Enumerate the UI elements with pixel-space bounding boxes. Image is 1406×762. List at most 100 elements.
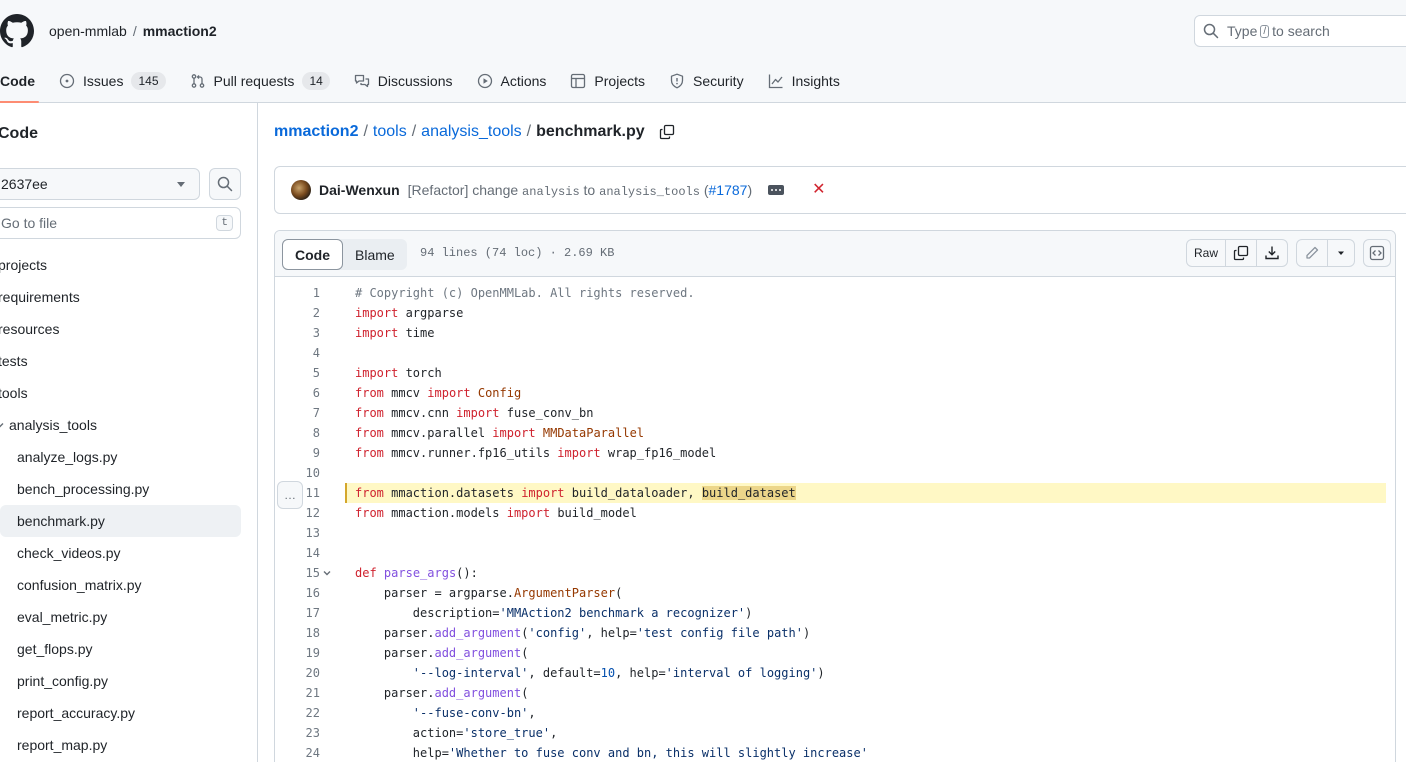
tab-projects[interactable]: Projects (558, 58, 657, 103)
line-number[interactable]: 13 (275, 523, 320, 543)
code-line[interactable]: 18 parser.add_argument('config', help='t… (275, 623, 1395, 643)
line-number[interactable]: 3 (275, 323, 320, 343)
copy-raw-button[interactable] (1226, 240, 1257, 266)
code-line[interactable]: 15 def parse_args(): (275, 563, 1395, 583)
github-logo-icon[interactable] (0, 14, 34, 48)
line-number[interactable]: 18 (275, 623, 320, 643)
commit-author-link[interactable]: Dai-Wenxun (319, 182, 400, 198)
tab-actions[interactable]: Actions (465, 58, 559, 103)
tree-item-print-config[interactable]: print_config.py (0, 665, 257, 697)
commit-message[interactable]: [Refactor] change analysis to analysis_t… (408, 182, 752, 199)
line-number[interactable]: 6 (275, 383, 320, 403)
repo-owner-link[interactable]: open-mmlab (49, 23, 127, 39)
avatar[interactable] (291, 180, 311, 200)
tab-security[interactable]: Security (657, 58, 756, 103)
tree-item-confusion-matrix[interactable]: confusion_matrix.py (0, 569, 257, 601)
code-line[interactable]: 4 (275, 343, 1395, 363)
code-line[interactable]: 11 from mmaction.datasets import build_da… (275, 483, 1395, 503)
tree-item-report-map[interactable]: report_map.py (0, 729, 257, 761)
line-number[interactable]: 9 (275, 443, 320, 463)
check-failed-x-icon[interactable]: ✕ (812, 182, 825, 198)
code-line[interactable]: 17 description='MMAction2 benchmark a re… (275, 603, 1395, 623)
tab-discussions[interactable]: Discussions (342, 58, 465, 103)
line-number[interactable]: 1 (275, 283, 320, 303)
tab-pull-requests[interactable]: Pull requests 14 (178, 58, 342, 103)
line-number[interactable]: 2 (275, 303, 320, 323)
line-number[interactable]: 4 (275, 343, 320, 363)
code-view-button[interactable]: Code (282, 239, 343, 270)
line-options-button[interactable]: … (277, 481, 303, 509)
code-line[interactable]: 24 help='Whether to fuse conv and bn, th… (275, 743, 1395, 762)
expand-commit-message-button[interactable] (768, 185, 785, 195)
commit-pr-link[interactable]: #1787 (709, 182, 748, 198)
code-line[interactable]: 6 from mmcv import Config (275, 383, 1395, 403)
code-line[interactable]: 7 from mmcv.cnn import fuse_conv_bn (275, 403, 1395, 423)
code-line[interactable]: 12 from mmaction.models import build_mode… (275, 503, 1395, 523)
code-line[interactable]: 9 from mmcv.runner.fp16_utils import wrap… (275, 443, 1395, 463)
code-line[interactable]: 10 (275, 463, 1395, 483)
line-number[interactable]: 5 (275, 363, 320, 383)
tree-item-bench-processing[interactable]: bench_processing.py (0, 473, 257, 505)
repo-name-link[interactable]: mmaction2 (143, 23, 217, 39)
edit-file-button[interactable] (1297, 240, 1328, 266)
tree-item-report-accuracy[interactable]: report_accuracy.py (0, 697, 257, 729)
download-raw-button[interactable] (1257, 240, 1287, 266)
code-line[interactable]: 1 # Copyright (c) OpenMMLab. All rights r… (275, 283, 1395, 303)
raw-button[interactable]: Raw (1187, 240, 1226, 266)
line-number[interactable]: 15 (275, 563, 320, 583)
breadcrumb-repo-link[interactable]: mmaction2 (274, 120, 358, 144)
code-line[interactable]: 19 parser.add_argument( (275, 643, 1395, 663)
line-number[interactable]: 17 (275, 603, 320, 623)
line-number[interactable]: 21 (275, 683, 320, 703)
code-line[interactable]: 13 (275, 523, 1395, 543)
breadcrumb-tools-link[interactable]: tools (373, 120, 407, 144)
code-text: '--log-interval', default=10, help='inte… (412, 666, 825, 680)
code-line[interactable]: 16 parser = argparse.ArgumentParser( (275, 583, 1395, 603)
tree-item-analysis-tools[interactable]: analysis_tools (0, 409, 257, 441)
tree-item-eval-metric[interactable]: eval_metric.py (0, 601, 257, 633)
code-line[interactable]: 22 '--fuse-conv-bn', (275, 703, 1395, 723)
tree-item-analyze-logs[interactable]: analyze_logs.py (0, 441, 257, 473)
blame-view-button[interactable]: Blame (343, 239, 407, 270)
line-number[interactable]: 22 (275, 703, 320, 723)
edit-dropdown-button[interactable] (1328, 240, 1354, 266)
code-line[interactable]: 14 (275, 543, 1395, 563)
tab-issues[interactable]: Issues 145 (47, 58, 178, 103)
branch-selector-button[interactable]: 2637ee (0, 168, 200, 200)
line-number[interactable]: 23 (275, 723, 320, 743)
sidebar-search-button[interactable] (209, 168, 241, 200)
tree-item-benchmark[interactable]: benchmark.py (0, 505, 241, 537)
tree-item-check-videos[interactable]: check_videos.py (0, 537, 257, 569)
line-number[interactable]: 24 (275, 743, 320, 762)
copy-path-button[interactable] (659, 124, 675, 140)
tree-item-tests[interactable]: tests (0, 345, 257, 377)
code-line[interactable]: 20 '--log-interval', default=10, help='i… (275, 663, 1395, 683)
tab-label: Issues (83, 72, 124, 89)
go-to-file-input[interactable]: Go to file t (0, 207, 241, 239)
tree-item-requirements[interactable]: requirements (0, 281, 257, 313)
code-line[interactable]: 2 import argparse (275, 303, 1395, 323)
breadcrumb-analysis-tools-link[interactable]: analysis_tools (421, 120, 522, 144)
global-search-input[interactable]: Type / to search (1194, 15, 1406, 47)
tree-item-tools[interactable]: tools (0, 377, 257, 409)
symbols-panel-button[interactable] (1363, 239, 1391, 267)
line-number[interactable]: 10 (275, 463, 320, 483)
tab-insights[interactable]: Insights (756, 58, 852, 103)
line-number[interactable]: 16 (275, 583, 320, 603)
tree-item-get-flops[interactable]: get_flops.py (0, 633, 257, 665)
chevron-down-icon[interactable] (323, 569, 331, 577)
tab-code[interactable]: Code (0, 58, 47, 103)
code-line[interactable]: 5 import torch (275, 363, 1395, 383)
line-number[interactable]: 19 (275, 643, 320, 663)
code-line[interactable]: 21 parser.add_argument( (275, 683, 1395, 703)
tree-item-projects[interactable]: projects (0, 249, 257, 281)
code-line[interactable]: 3 import time (275, 323, 1395, 343)
tree-item-resources[interactable]: resources (0, 313, 257, 345)
line-number[interactable]: 7 (275, 403, 320, 423)
breadcrumb-separator: / (411, 123, 417, 140)
code-line[interactable]: 23 action='store_true', (275, 723, 1395, 743)
code-line[interactable]: 8 from mmcv.parallel import MMDataParalle… (275, 423, 1395, 443)
line-number[interactable]: 20 (275, 663, 320, 683)
line-number[interactable]: 14 (275, 543, 320, 563)
line-number[interactable]: 8 (275, 423, 320, 443)
